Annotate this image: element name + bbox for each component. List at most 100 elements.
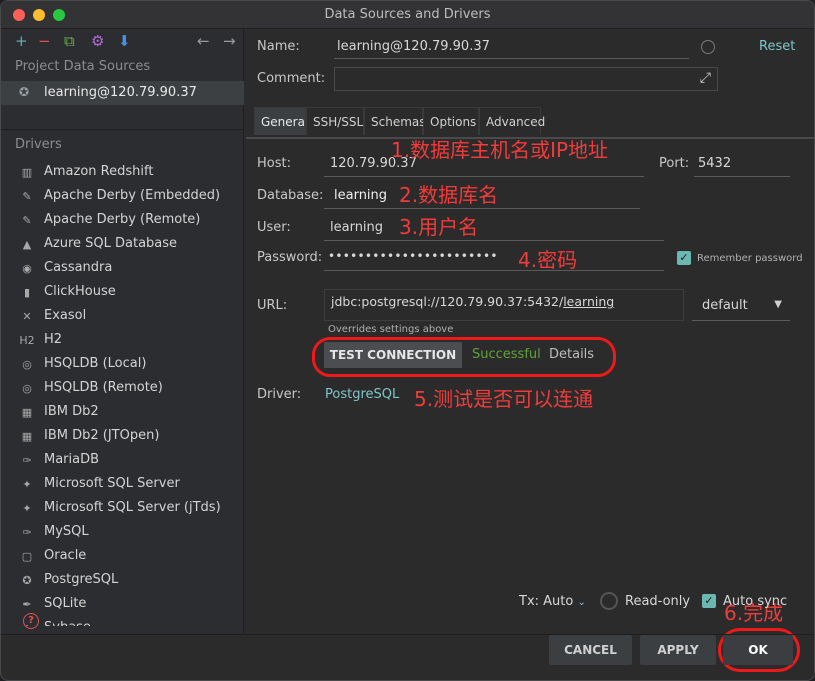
driver-icon: ✦ [22,478,32,491]
tab-schemas[interactable]: Schemas [364,107,426,135]
driver-label: Apache Derby (Embedded) [44,188,221,203]
annotation-user: 3.用户名 [399,215,479,239]
driver-label: SQLite [44,596,87,611]
url-input[interactable]: jdbc:postgresql://120.79.90.37:5432/lear… [324,289,684,321]
annotation-password: 4.密码 [518,248,578,272]
driver-icon: ▥ [21,166,33,179]
annotation-test: 5.测试是否可以连通 [414,387,594,411]
driver-label: Amazon Redshift [44,164,154,179]
window-title: Data Sources and Drivers [324,7,491,22]
driver-icon: ▦ [21,430,33,443]
driver-icon: ✒ [22,598,32,611]
url-prefix: jdbc:postgresql://120.79.90.37:5432/ [331,294,564,309]
driver-label: HSQLDB (Local) [44,356,147,371]
driver-icon: ✕ [22,310,32,323]
auto-sync-checkbox[interactable]: ✓ [702,594,716,608]
driver-item[interactable]: ✦ Microsoft SQL Server (jTds) [1,497,244,521]
apply-button[interactable]: APPLY [640,635,716,665]
driver-item[interactable]: ▦ IBM Db2 (JTOpen) [1,425,244,449]
driver-label: Driver: [257,387,302,402]
driver-icon: ▢ [21,550,33,563]
driver-icon: ✦ [22,502,32,515]
add-icon[interactable]: + [15,32,28,50]
annotation-host: 1.数据库主机名或IP地址 [391,138,609,162]
driver-item[interactable]: ✑ MySQL [1,521,244,545]
driver-label: IBM Db2 [44,404,99,419]
url-label: URL: [257,298,288,313]
driver-label: Sybase [44,620,91,626]
driver-item[interactable]: ▥ Amazon Redshift [1,161,244,185]
ok-button[interactable]: OK [723,635,793,665]
url-mode-select[interactable]: default ▼ [692,293,790,321]
driver-label: HSQLDB (Remote) [44,380,163,395]
tab-ssh-ssl[interactable]: SSH/SSL [306,107,364,135]
driver-label: Microsoft SQL Server [44,476,180,491]
driver-item[interactable]: ▮ ClickHouse [1,281,244,305]
user-label: User: [257,220,291,235]
tx-mode-select[interactable]: Tx: Auto ⌄ [519,594,586,609]
cancel-button[interactable]: CANCEL [549,635,632,665]
tab-advanced[interactable]: Advanced [479,107,545,135]
url-value: jdbc:postgresql://120.79.90.37:5432/lear… [331,294,614,309]
gear-icon[interactable]: ⚙ [91,32,104,50]
project-sources-title: Project Data Sources [15,59,151,74]
user-value: learning [330,220,384,235]
read-only-checkbox[interactable] [600,592,618,610]
remember-password-checkbox[interactable]: ✓ [677,251,691,265]
driver-link[interactable]: PostgreSQL [325,387,399,402]
driver-item[interactable]: ▲ Azure SQL Database [1,233,244,257]
driver-item[interactable]: ✒ SQLite [1,593,244,617]
driver-item[interactable]: ◎ HSQLDB (Remote) [1,377,244,401]
help-icon[interactable]: ? [23,613,39,629]
comment-label: Comment: [257,71,326,86]
driver-icon: ◎ [22,358,32,371]
driver-icon: ✎ [22,214,32,227]
driver-item[interactable]: ◉ Cassandra [1,257,244,281]
connection-color-icon[interactable] [701,40,715,54]
driver-icon: H2 [19,334,35,347]
driver-icon: ✑ [22,526,32,539]
back-arrow-icon[interactable]: ← [197,32,210,50]
forward-arrow-icon[interactable]: → [223,32,236,50]
driver-item[interactable]: ✎ Apache Derby (Embedded) [1,185,244,209]
driver-item[interactable]: ✑ MariaDB [1,449,244,473]
driver-item[interactable]: ◎ HSQLDB (Local) [1,353,244,377]
driver-item[interactable]: H2 H2 [1,329,244,353]
user-input[interactable]: learning [324,215,664,241]
password-input[interactable]: ••••••••••••••••••••••• [324,245,664,271]
auto-sync-label: Auto sync [723,594,788,609]
copy-icon[interactable]: ⧉ [64,32,75,50]
driver-item[interactable]: ▢ Oracle [1,545,244,569]
port-label: Port: [659,156,690,171]
project-item-label: learning@120.79.90.37 [44,85,197,100]
read-only-label: Read-only [625,594,691,609]
driver-item[interactable]: ✪ PostgreSQL [1,569,244,593]
expand-icon[interactable]: ⤢ [700,70,711,86]
name-input[interactable]: learning@120.79.90.37 [334,35,689,59]
driver-label: ClickHouse [44,284,116,299]
project-item-learning[interactable]: ✪ learning@120.79.90.37 [1,81,244,105]
overrides-note: Overrides settings above [328,324,454,335]
driver-item[interactable]: ▦ IBM Db2 [1,401,244,425]
remove-icon[interactable]: − [38,32,51,50]
tab-general[interactable]: General [254,107,308,135]
drivers-list: ▥ Amazon Redshift ✎ Apache Derby (Embedded)… [1,161,244,626]
titlebar: Data Sources and Drivers [1,1,814,29]
port-input[interactable]: 5432 [694,151,790,177]
import-icon[interactable]: ⬇ [118,32,131,50]
tab-options[interactable]: Options [423,107,479,135]
password-value: ••••••••••••••••••••••• [328,249,498,263]
driver-icon: ✪ [22,574,32,587]
comment-input[interactable]: ⤢ [334,67,718,91]
driver-item[interactable]: ✦ Microsoft SQL Server [1,473,244,497]
driver-label: IBM Db2 (JTOpen) [44,428,160,443]
driver-label: Oracle [44,548,87,563]
driver-item[interactable]: ✕ Exasol [1,305,244,329]
reset-link[interactable]: Reset [759,39,795,54]
driver-label: H2 [44,332,63,347]
driver-icon: ✑ [22,454,32,467]
database-label: Database: [257,188,324,203]
chevron-down-icon: ⌄ [577,597,586,608]
driver-item[interactable]: ✎ Apache Derby (Remote) [1,209,244,233]
url-database: learning [563,294,615,309]
